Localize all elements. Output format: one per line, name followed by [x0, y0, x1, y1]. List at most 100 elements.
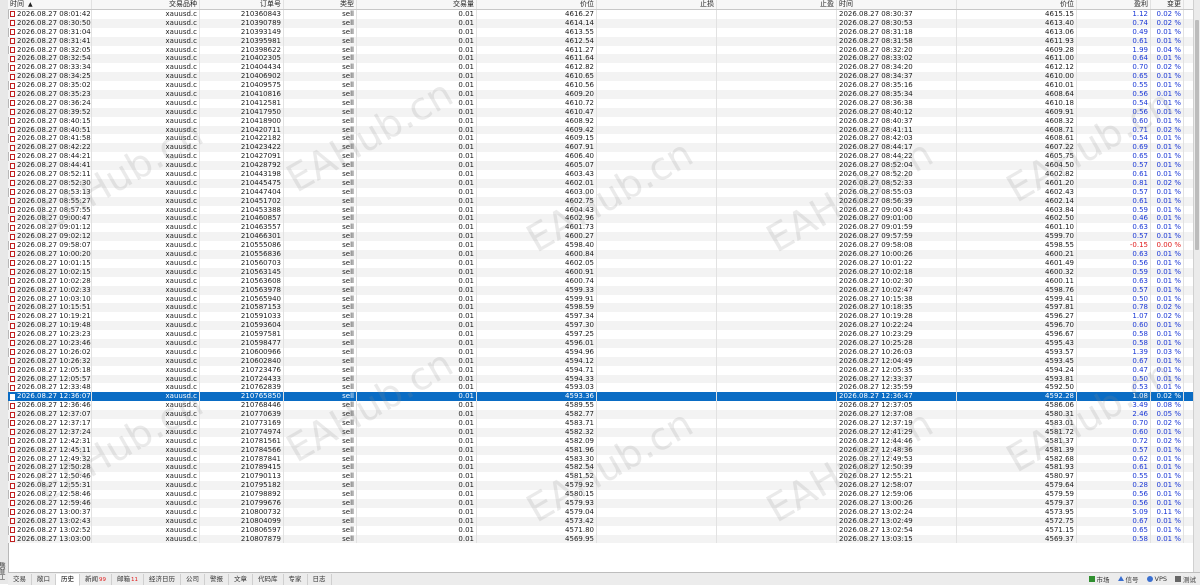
table-row[interactable]: 2026.08.27 10:26:02 xauusd.c 210600966 sell… [8, 347, 1194, 357]
table-row[interactable]: 2026.08.27 12:50:28 xauusd.c 210789415 sell… [8, 463, 1194, 473]
table-row[interactable]: 2026.08.27 08:36:24 xauusd.c 210412581 sell… [8, 98, 1194, 108]
table-row[interactable]: 2026.08.27 08:41:58 xauusd.c 210422182 sell… [8, 134, 1194, 144]
cell-volume: 0.01 [357, 187, 477, 197]
table-row[interactable]: 2026.08.27 08:33:34 xauusd.c 210404434 sell… [8, 63, 1194, 73]
header-take-profit[interactable]: 止盈 [717, 0, 837, 9]
tab-5[interactable]: 经济日历 [144, 573, 181, 585]
table-row[interactable]: 2026.08.27 08:32:05 xauusd.c 210398622 sell… [8, 45, 1194, 55]
header-stop-loss[interactable]: 止损 [597, 0, 717, 9]
tab-10[interactable]: 专家 [284, 573, 308, 585]
cell-type: sell [284, 152, 357, 162]
table-row[interactable]: 2026.08.27 10:02:33 xauusd.c 210563978 sell… [8, 285, 1194, 295]
table-row[interactable]: 2026.08.27 12:55:31 xauusd.c 210795182 sell… [8, 481, 1194, 491]
table-row[interactable]: 2026.08.27 10:02:28 xauusd.c 210563608 sell… [8, 276, 1194, 286]
table-row[interactable]: 2026.08.27 12:36:46 xauusd.c 210768446 sell… [8, 401, 1194, 411]
signal-button[interactable]: 信号 [1117, 574, 1139, 584]
table-row[interactable]: 2026.08.27 12:33:48 xauusd.c 210762839 sell… [8, 383, 1194, 393]
tab-7[interactable]: 警报 [205, 573, 229, 585]
tab-9[interactable]: 代码库 [253, 573, 284, 585]
tab-0[interactable]: 交易 [8, 573, 32, 585]
header-close-price[interactable]: 价位 [957, 0, 1077, 9]
deal-icon [10, 447, 15, 454]
table-row[interactable]: 2026.08.27 08:34:25 xauusd.c 210406902 sell… [8, 72, 1194, 82]
table-row[interactable]: 2026.08.27 08:40:15 xauusd.c 210418900 sell… [8, 116, 1194, 126]
header-profit[interactable]: 盈利 [1077, 0, 1151, 9]
table-row[interactable]: 2026.08.27 10:00:20 xauusd.c 210556836 sell… [8, 250, 1194, 259]
tab-6[interactable]: 公司 [181, 573, 205, 585]
cell-profit: 0.46 [1077, 214, 1151, 224]
table-row[interactable]: 2026.08.27 08:52:30 xauusd.c 210445475 sell… [8, 178, 1194, 188]
table-row[interactable]: 2026.08.27 10:26:32 xauusd.c 210602840 sell… [8, 356, 1194, 366]
table-row[interactable]: 2026.08.27 08:42:22 xauusd.c 210423422 sell… [8, 143, 1194, 153]
scrollbar-thumb[interactable] [1195, 20, 1199, 250]
table-row[interactable]: 2026.08.27 10:03:10 xauusd.c 210565940 sell… [8, 294, 1194, 304]
table-row[interactable]: 2026.08.27 08:32:54 xauusd.c 210402305 sell… [8, 54, 1194, 64]
header-ticket[interactable]: 订单号 [200, 0, 284, 9]
vertical-scrollbar[interactable] [1193, 0, 1200, 572]
table-row[interactable]: 2026.08.27 08:40:51 xauusd.c 210420711 sell… [8, 125, 1194, 135]
table-row[interactable]: 2026.08.27 08:44:21 xauusd.c 210427091 sell… [8, 152, 1194, 162]
tester-button[interactable]: 测试 [1175, 574, 1196, 584]
tab-badge: 11 [131, 576, 138, 583]
table-row[interactable]: 2026.08.27 12:36:07 xauusd.c 210765850 sell… [8, 392, 1194, 402]
table-row[interactable]: 2026.08.27 12:58:46 xauusd.c 210798892 sell… [8, 490, 1194, 499]
table-row[interactable]: 2026.08.27 08:31:41 xauusd.c 210395981 sell… [8, 36, 1194, 46]
header-time[interactable]: 时间 ▲ [8, 0, 92, 9]
table-row[interactable]: 2026.08.27 12:05:57 xauusd.c 210724433 sell… [8, 374, 1194, 384]
table-row[interactable]: 2026.08.27 08:52:11 xauusd.c 210443198 sell… [8, 170, 1194, 179]
table-row[interactable]: 2026.08.27 08:01:42 xauusd.c 210360843 sell… [8, 10, 1194, 19]
table-row[interactable]: 2026.08.27 12:37:17 xauusd.c 210773169 sell… [8, 418, 1194, 428]
table-row[interactable]: 2026.08.27 08:55:27 xauusd.c 210451702 sell… [8, 196, 1194, 206]
header-close-time[interactable]: 时间 [837, 0, 957, 9]
table-row[interactable]: 2026.08.27 09:58:07 xauusd.c 210555086 sell… [8, 241, 1194, 251]
table-row[interactable]: 2026.08.27 10:15:51 xauusd.c 210587153 sell… [8, 303, 1194, 313]
table-row[interactable]: 2026.08.27 08:39:52 xauusd.c 210417950 sell… [8, 107, 1194, 117]
tab-label: 敞口 [37, 574, 50, 583]
table-row[interactable]: 2026.08.27 12:42:31 xauusd.c 210781561 sell… [8, 436, 1194, 446]
tab-3[interactable]: 新闻99 [80, 573, 112, 585]
table-row[interactable]: 2026.08.27 08:30:50 xauusd.c 210390789 sell… [8, 18, 1194, 28]
table-row[interactable]: 2026.08.27 12:50:46 xauusd.c 210790113 sell… [8, 472, 1194, 482]
table-row[interactable]: 2026.08.27 08:35:02 xauusd.c 210409575 sell… [8, 81, 1194, 91]
table-row[interactable]: 2026.08.27 12:05:18 xauusd.c 210723476 sell… [8, 365, 1194, 375]
table-row[interactable]: 2026.08.27 12:45:11 xauusd.c 210784566 sell… [8, 445, 1194, 455]
table-row[interactable]: 2026.08.27 08:31:04 xauusd.c 210393149 sell… [8, 27, 1194, 37]
header-type[interactable]: 类型 [284, 0, 357, 9]
header-volume[interactable]: 交易量 [357, 0, 477, 9]
table-row[interactable]: 2026.08.27 09:02:12 xauusd.c 210466301 sell… [8, 232, 1194, 242]
cell-close-time: 2026.08.27 13:02:24 [837, 507, 957, 517]
table-row[interactable]: 2026.08.27 10:23:23 xauusd.c 210597581 sell… [8, 330, 1194, 339]
header-symbol[interactable]: 交易品种 [92, 0, 200, 9]
table-row[interactable]: 2026.08.27 12:59:46 xauusd.c 210799676 sell… [8, 498, 1194, 508]
table-row[interactable]: 2026.08.27 09:00:47 xauusd.c 210460857 sell… [8, 214, 1194, 224]
table-row[interactable]: 2026.08.27 08:53:13 xauusd.c 210447404 sell… [8, 187, 1194, 197]
table-row[interactable]: 2026.08.27 12:49:32 xauusd.c 210787841 sell… [8, 454, 1194, 464]
cell-close-price: 4594.24 [957, 365, 1077, 375]
table-row[interactable]: 2026.08.27 12:37:07 xauusd.c 210770639 sell… [8, 410, 1194, 419]
table-row[interactable]: 2026.08.27 13:03:00 xauusd.c 210807879 sell… [8, 534, 1194, 544]
table-row[interactable]: 2026.08.27 09:01:12 xauusd.c 210463557 sell… [8, 223, 1194, 233]
tab-11[interactable]: 日志 [308, 573, 332, 585]
header-price[interactable]: 价位 [477, 0, 597, 9]
table-row[interactable]: 2026.08.27 10:01:15 xauusd.c 210560703 sell… [8, 258, 1194, 268]
vps-button[interactable]: VPS [1146, 575, 1167, 583]
cell-volume: 0.01 [357, 401, 477, 411]
table-row[interactable]: 2026.08.27 08:57:55 xauusd.c 210453388 sell… [8, 205, 1194, 215]
cell-type: sell [284, 54, 357, 64]
table-row[interactable]: 2026.08.27 10:19:21 xauusd.c 210591033 sell… [8, 312, 1194, 322]
table-row[interactable]: 2026.08.27 10:23:46 xauusd.c 210598477 sell… [8, 338, 1194, 348]
tab-4[interactable]: 邮箱11 [112, 573, 144, 585]
tab-8[interactable]: 文章 [229, 573, 253, 585]
table-row[interactable]: 2026.08.27 12:37:24 xauusd.c 210774974 sell… [8, 427, 1194, 437]
header-change[interactable]: 变更 [1151, 0, 1184, 9]
table-row[interactable]: 2026.08.27 13:00:37 xauusd.c 210800732 sell… [8, 507, 1194, 517]
market-button[interactable]: 市场 [1088, 574, 1110, 584]
table-row[interactable]: 2026.08.27 10:19:48 xauusd.c 210593604 sell… [8, 321, 1194, 331]
table-row[interactable]: 2026.08.27 08:44:41 xauusd.c 210428792 sell… [8, 161, 1194, 171]
tab-1[interactable]: 敞口 [32, 573, 56, 585]
cell-stop-loss [597, 418, 717, 428]
table-row[interactable]: 2026.08.27 13:02:52 xauusd.c 210806597 sell… [8, 525, 1194, 535]
table-row[interactable]: 2026.08.27 08:35:23 xauusd.c 210410816 sell… [8, 90, 1194, 99]
table-row[interactable]: 2026.08.27 10:02:15 xauusd.c 210563145 sell… [8, 267, 1194, 277]
table-row[interactable]: 2026.08.27 13:02:43 xauusd.c 210804099 sell… [8, 516, 1194, 526]
